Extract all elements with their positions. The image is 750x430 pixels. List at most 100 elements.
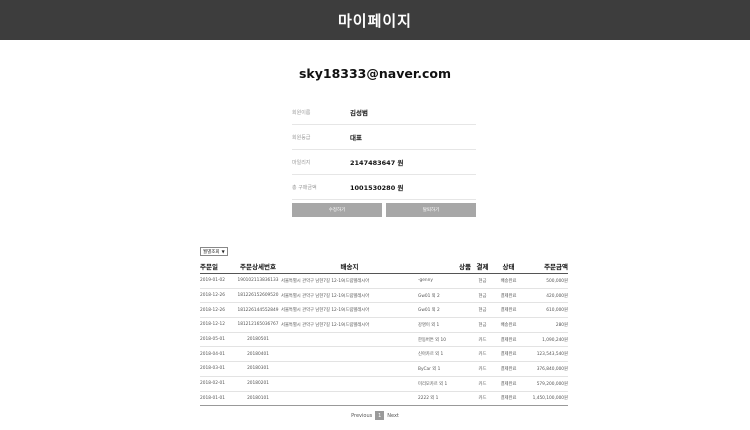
order-status: 결제완료 xyxy=(494,302,523,319)
order-number[interactable]: 181226144552849 xyxy=(235,302,281,319)
order-amount: 1,090,240원 xyxy=(523,332,568,348)
order-amount: 280원 xyxy=(523,317,568,333)
info-row-total: 총 구매금액 1001530280 원 xyxy=(292,175,476,200)
order-payment: 카드 xyxy=(471,332,494,348)
page-title: 마이페이지 xyxy=(337,11,412,30)
order-item: ByCar 외 1 xyxy=(418,361,471,377)
table-row[interactable]: 2019-01-02 190102113836133 서울특별시 관악구 남현7길 … xyxy=(200,273,568,289)
column-header: 상태 xyxy=(494,259,523,274)
order-number[interactable]: 190102113836133 xyxy=(235,273,281,289)
order-address xyxy=(281,346,418,363)
order-date: 2019-01-02 xyxy=(200,273,235,289)
table-row[interactable]: 2018-12-12 181212165036767 서울특별시 관악구 남현7길 … xyxy=(200,317,568,333)
column-header: 상품 xyxy=(418,259,471,274)
order-number[interactable]: 20180301 xyxy=(235,361,281,377)
table-row[interactable]: 2018-12-26 181226144552849 서울특별시 관악구 남현7길 … xyxy=(200,302,568,319)
order-number[interactable]: 20180501 xyxy=(235,332,281,348)
order-date: 2018-01-01 xyxy=(200,391,235,407)
order-item: 신아카르 외 1 xyxy=(418,346,471,363)
order-number[interactable]: 20180401 xyxy=(235,346,281,363)
order-date: 2018-12-26 xyxy=(200,302,235,319)
info-label: 회원등급 xyxy=(292,134,311,141)
column-header: 배송지 xyxy=(281,259,418,274)
order-number[interactable]: 20180201 xyxy=(235,376,281,392)
info-label: 총 구매금액 xyxy=(292,184,317,191)
next-link[interactable]: Next xyxy=(387,413,399,419)
table-row[interactable]: 2018-03-01 20180301 ByCar 외 1 카드 결제완료 376,840… xyxy=(200,361,568,377)
order-amount: 610,000원 xyxy=(523,302,568,319)
info-row-name: 회원이름 김성범 xyxy=(292,100,476,125)
order-date: 2018-05-01 xyxy=(200,332,235,348)
order-status: 배송완료 xyxy=(494,317,523,333)
order-amount: 420,000원 xyxy=(523,288,568,304)
info-value: 대표 xyxy=(350,134,362,142)
table-row[interactable]: 2018-12-26 181226152609520 서울특별시 관악구 남현7길 … xyxy=(200,288,568,304)
order-item: Gw01 외 2 xyxy=(418,288,471,304)
table-row[interactable]: 2018-05-01 20180501 한동버튼 외 10 카드 결제완료 1,090,2… xyxy=(200,332,568,348)
table-header-row: 주문일 주문상세번호 배송지 상품 결제 상태 주문금액 xyxy=(200,259,568,274)
info-label: 마일리지 xyxy=(292,159,311,166)
column-header: 주문상세번호 xyxy=(235,259,281,274)
order-payment: 카드 xyxy=(471,376,494,392)
order-item: Gw01 외 2 xyxy=(418,302,471,319)
withdraw-button[interactable]: 탈퇴하기 xyxy=(386,203,476,217)
order-item: 한동버튼 외 10 xyxy=(418,332,471,348)
order-address xyxy=(281,361,418,377)
order-amount: 579,200,000원 xyxy=(523,376,568,392)
orders-table: 주문일 주문상세번호 배송지 상품 결제 상태 주문금액 2019-01-02 1… xyxy=(200,259,568,407)
table-row[interactable]: 2018-04-01 20180401 신아카르 외 1 카드 결제완료 123,543,… xyxy=(200,346,568,363)
column-header: 주문일 xyxy=(200,259,235,274)
info-label: 회원이름 xyxy=(292,109,311,116)
order-number[interactable]: 181226152609520 xyxy=(235,288,281,304)
order-status: 결제완료 xyxy=(494,346,523,363)
info-value: 1001530280 원 xyxy=(350,184,404,192)
order-date: 2018-12-12 xyxy=(200,317,235,333)
user-email: sky18333@naver.com xyxy=(298,66,451,81)
order-number[interactable]: 20180101 xyxy=(235,391,281,407)
order-payment: 현금 xyxy=(471,273,494,289)
order-amount: 123,543,540원 xyxy=(523,346,568,363)
order-address: 서울특별시 관악구 남현7길 12-19(드림텔레시아 xyxy=(281,273,418,289)
page-number[interactable]: 1 xyxy=(375,411,385,420)
order-item: -genny xyxy=(418,273,471,289)
order-status: 결제완료 xyxy=(494,288,523,304)
profile-actions: 수정하기 탈퇴하기 xyxy=(292,203,476,217)
column-header: 주문금액 xyxy=(523,259,568,274)
order-payment: 카드 xyxy=(471,361,494,377)
order-address xyxy=(281,376,418,392)
table-row[interactable]: 2018-01-01 20180101 2222 외 1 카드 결제완료 1,450,10… xyxy=(200,391,568,407)
order-amount: 500,000원 xyxy=(523,273,568,289)
order-status: 결제완료 xyxy=(494,332,523,348)
profile-info: 회원이름 김성범 회원등급 대표 마일리지 2147483647 원 총 구매금… xyxy=(292,100,476,200)
order-amount: 376,840,000원 xyxy=(523,361,568,377)
order-date: 2018-03-01 xyxy=(200,361,235,377)
order-address: 서울특별시 관악구 남현7길 12-19(드림텔레시아 xyxy=(281,288,418,304)
order-payment: 카드 xyxy=(471,391,494,407)
order-status: 결제완료 xyxy=(494,376,523,392)
chevron-down-icon: ▼ xyxy=(221,249,225,254)
order-address: 서울특별시 관악구 남현7길 12-19(드림텔레시아 xyxy=(281,302,418,319)
info-value: 2147483647 원 xyxy=(350,159,404,167)
previous-link[interactable]: Previous xyxy=(351,413,372,419)
sort-select-value: 월별조회 xyxy=(203,249,220,255)
edit-button[interactable]: 수정하기 xyxy=(292,203,382,217)
table-row[interactable]: 2018-02-01 20180201 미리모카르 외 1 카드 결제완료 579,200… xyxy=(200,376,568,392)
info-row-mileage: 마일리지 2147483647 원 xyxy=(292,150,476,175)
order-item: 강명이 외 1 xyxy=(418,317,471,333)
column-header: 결제 xyxy=(471,259,494,274)
order-address xyxy=(281,391,418,407)
order-date: 2018-04-01 xyxy=(200,346,235,363)
order-payment: 현금 xyxy=(471,288,494,304)
order-payment: 현금 xyxy=(471,317,494,333)
order-date: 2018-02-01 xyxy=(200,376,235,392)
order-number[interactable]: 181212165036767 xyxy=(235,317,281,333)
order-address xyxy=(281,332,418,348)
info-value: 김성범 xyxy=(350,109,368,117)
order-item: 미리모카르 외 1 xyxy=(418,376,471,392)
order-status: 결제완료 xyxy=(494,391,523,407)
order-payment: 현금 xyxy=(471,302,494,319)
order-item: 2222 외 1 xyxy=(418,391,471,407)
sort-select[interactable]: 월별조회 ▼ xyxy=(200,247,228,256)
order-address: 서울특별시 관악구 남현7길 12-19(드림텔레시아 xyxy=(281,317,418,333)
order-date: 2018-12-26 xyxy=(200,288,235,304)
